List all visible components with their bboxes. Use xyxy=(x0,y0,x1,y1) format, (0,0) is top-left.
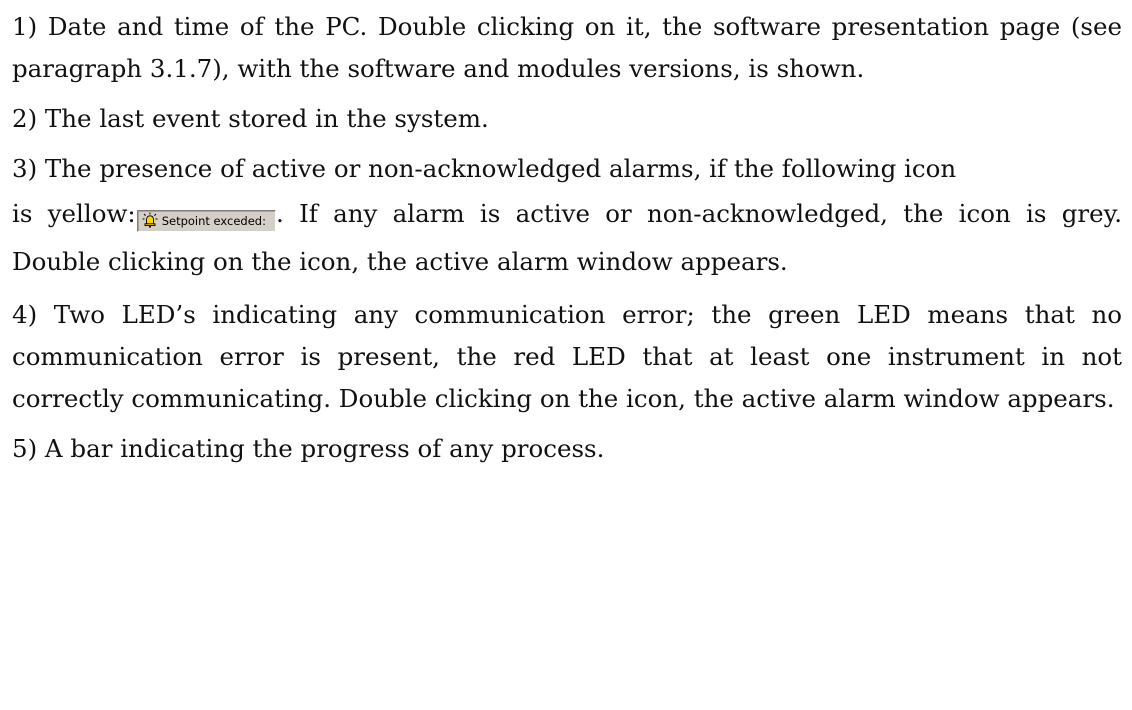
alarms-text-before-icon: is yellow: xyxy=(12,199,136,228)
paragraph-date-time: 1) Date and time of the PC. Double click… xyxy=(12,12,1122,83)
paragraph-last-event: 2) The last event stored in the system. xyxy=(12,104,489,133)
paragraph-alarms: 3) The presence of active or non-acknowl… xyxy=(12,148,1122,286)
alarm-bell-icon xyxy=(142,212,158,228)
alarms-icon-line: is yellow: Setpoint exceded:. If any ala… xyxy=(12,199,1122,276)
manual-page-body: 1) Date and time of the PC. Double click… xyxy=(12,6,1122,470)
alarms-text-line1: 3) The presence of active or non-acknowl… xyxy=(12,154,957,183)
setpoint-exceeded-status-pane[interactable]: Setpoint exceded: xyxy=(136,210,276,232)
paragraph-communication-leds: 4) Two LED’s indicating any communicatio… xyxy=(12,300,1122,413)
setpoint-exceeded-label: Setpoint exceded: xyxy=(161,214,266,228)
paragraph-progress-bar: 5) A bar indicating the progress of any … xyxy=(12,434,605,463)
